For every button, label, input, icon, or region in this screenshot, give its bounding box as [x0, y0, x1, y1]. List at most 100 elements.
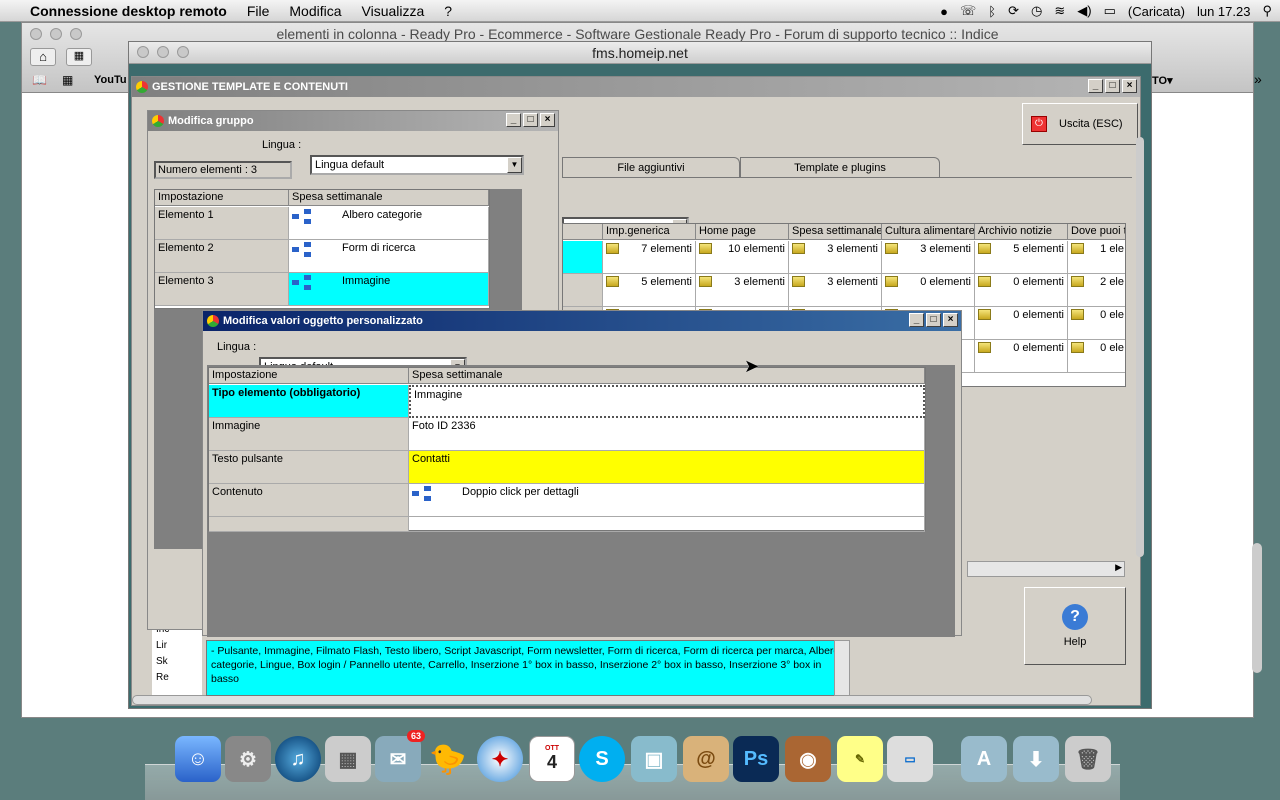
grid-cell[interactable]: 5 elementi: [603, 274, 696, 307]
group-row-value[interactable]: Form di ricerca: [289, 240, 489, 273]
grid-row-header[interactable]: [563, 274, 603, 307]
grid-hscrollbar[interactable]: ▶: [967, 561, 1125, 577]
tree-item[interactable]: Sk: [152, 656, 202, 672]
menu-file[interactable]: File: [237, 3, 280, 19]
close-button[interactable]: ×: [540, 113, 555, 127]
menu-help[interactable]: ?: [434, 3, 462, 19]
grid-column-header[interactable]: Home page: [696, 224, 789, 240]
topsites-icon[interactable]: ▦: [62, 73, 73, 87]
grid-column-header[interactable]: Spesa settimanale: [789, 224, 882, 240]
help-button[interactable]: ? Help: [1024, 587, 1126, 665]
grid-column-header[interactable]: Cultura alimentare: [882, 224, 975, 240]
close-button[interactable]: ×: [943, 313, 958, 327]
maximize-button[interactable]: □: [1105, 79, 1120, 93]
exit-button[interactable]: ⏻ Uscita (ESC): [1022, 103, 1138, 145]
group-row-value[interactable]: Immagine: [289, 273, 489, 306]
maximize-button[interactable]: □: [523, 113, 538, 127]
phone-icon[interactable]: ☏: [960, 3, 976, 19]
value-row-label[interactable]: Testo pulsante: [209, 451, 409, 484]
sync-icon[interactable]: ⟳: [1008, 3, 1019, 19]
grid-row-header[interactable]: [563, 241, 603, 274]
value-row-value[interactable]: Foto ID 2336: [409, 418, 925, 451]
minimize-button[interactable]: _: [909, 313, 924, 327]
grid-cell[interactable]: 5 elementi: [975, 241, 1068, 274]
volume-icon[interactable]: ◀): [1077, 3, 1091, 19]
grid-cell[interactable]: 0 ele: [1068, 307, 1125, 340]
bookmark-youtube[interactable]: YouTu: [94, 74, 127, 86]
stickies-icon[interactable]: ✎: [837, 736, 883, 782]
grid-cell[interactable]: 2 ele: [1068, 274, 1125, 307]
wifi-icon[interactable]: ≋: [1054, 3, 1065, 19]
grid-column-header[interactable]: Imp.generica: [603, 224, 696, 240]
value-row-label[interactable]: Contenuto: [209, 484, 409, 517]
minimize-button[interactable]: _: [1088, 79, 1103, 93]
value-row-label[interactable]: Tipo elemento (obbligatorio): [209, 385, 409, 418]
skype-status-icon[interactable]: ●: [940, 4, 948, 19]
spotlight-search-icon[interactable]: ⚲: [1262, 3, 1272, 19]
rdp-dock-icon[interactable]: ▭: [887, 736, 933, 782]
gruppo-lang-combo[interactable]: Lingua default ▼: [310, 155, 524, 175]
skype-icon[interactable]: S: [579, 736, 625, 782]
value-row-value[interactable]: Doppio click per dettagli: [409, 484, 925, 517]
grid-cell[interactable]: 3 elementi: [789, 274, 882, 307]
address-book-icon[interactable]: @: [683, 736, 729, 782]
menu-modifica[interactable]: Modifica: [279, 3, 351, 19]
grid-cell[interactable]: 7 elementi: [603, 241, 696, 274]
grid-cell[interactable]: 0 elementi: [975, 274, 1068, 307]
value-row-value[interactable]: Contatti: [409, 451, 925, 484]
calculator-icon[interactable]: ▦: [325, 736, 371, 782]
bluetooth-icon[interactable]: ᛒ: [988, 4, 996, 19]
group-row-value[interactable]: Albero categorie: [289, 207, 489, 240]
battery-icon[interactable]: ▭: [1104, 3, 1116, 19]
grid-cell[interactable]: 10 elementi: [696, 241, 789, 274]
grid-cell[interactable]: 0 elementi: [975, 340, 1068, 373]
value-row-label[interactable]: Immagine: [209, 418, 409, 451]
clock[interactable]: lun 17.23: [1197, 4, 1251, 19]
cyberduck-icon[interactable]: 🐤: [425, 736, 471, 782]
time-machine-icon[interactable]: ◷: [1031, 3, 1042, 19]
maximize-button[interactable]: □: [926, 313, 941, 327]
image-capture-icon[interactable]: ◉: [785, 736, 831, 782]
applications-folder-icon[interactable]: A: [961, 736, 1007, 782]
grid-cell[interactable]: 1 ele: [1068, 241, 1125, 274]
group-row-label[interactable]: Elemento 2: [155, 240, 289, 273]
tree-item[interactable]: Re: [152, 672, 202, 688]
safari-icon[interactable]: ✦: [477, 736, 523, 782]
bookmarks-icon[interactable]: 📖: [32, 73, 47, 87]
chevron-right-icon[interactable]: »: [1254, 71, 1262, 87]
ical-icon[interactable]: OTT 4: [529, 736, 575, 782]
grid-column-header[interactable]: Archivio notizie: [975, 224, 1068, 240]
downloads-folder-icon[interactable]: ⬇: [1013, 736, 1059, 782]
iphoto-icon[interactable]: ▣: [631, 736, 677, 782]
bookmark-right[interactable]: TO▾: [1152, 74, 1173, 87]
grid-cell[interactable]: 0 ele: [1068, 340, 1125, 373]
bottom-scrollbar[interactable]: [132, 695, 1092, 705]
tab-file-aggiuntivi[interactable]: File aggiuntivi: [562, 157, 740, 177]
tree-item[interactable]: Lir: [152, 640, 202, 656]
minimize-button[interactable]: _: [506, 113, 521, 127]
app-menu[interactable]: Connessione desktop remoto: [20, 3, 237, 19]
mail-icon[interactable]: ✉ 63: [375, 730, 425, 782]
safari-scrollbar[interactable]: [1252, 543, 1262, 673]
grid-cell[interactable]: 0 elementi: [882, 274, 975, 307]
itunes-icon[interactable]: ♫: [275, 736, 321, 782]
menu-visualizza[interactable]: Visualizza: [352, 3, 435, 19]
info-scrollbar[interactable]: [834, 640, 850, 696]
grid-cell[interactable]: 3 elementi: [789, 241, 882, 274]
close-button[interactable]: ×: [1122, 79, 1137, 93]
value-row-value[interactable]: Immagine: [409, 385, 925, 418]
photoshop-icon[interactable]: Ps: [733, 736, 779, 782]
grid-cell[interactable]: 3 elementi: [696, 274, 789, 307]
grid-cell[interactable]: 0 elementi: [975, 307, 1068, 340]
home-icon[interactable]: ⌂: [30, 48, 56, 66]
tab-template-plugins[interactable]: Template e plugins: [740, 157, 940, 177]
group-row-label[interactable]: Elemento 1: [155, 207, 289, 240]
grid-column-header[interactable]: Dove puoi t: [1068, 224, 1125, 240]
trash-icon[interactable]: 🗑: [1065, 736, 1111, 782]
right-scrollbar[interactable]: [1136, 137, 1144, 557]
system-preferences-icon[interactable]: ⚙: [225, 736, 271, 782]
grid-icon[interactable]: ▦: [66, 48, 92, 66]
group-row-label[interactable]: Elemento 3: [155, 273, 289, 306]
finder-icon[interactable]: ☺: [175, 736, 221, 782]
grid-cell[interactable]: 3 elementi: [882, 241, 975, 274]
